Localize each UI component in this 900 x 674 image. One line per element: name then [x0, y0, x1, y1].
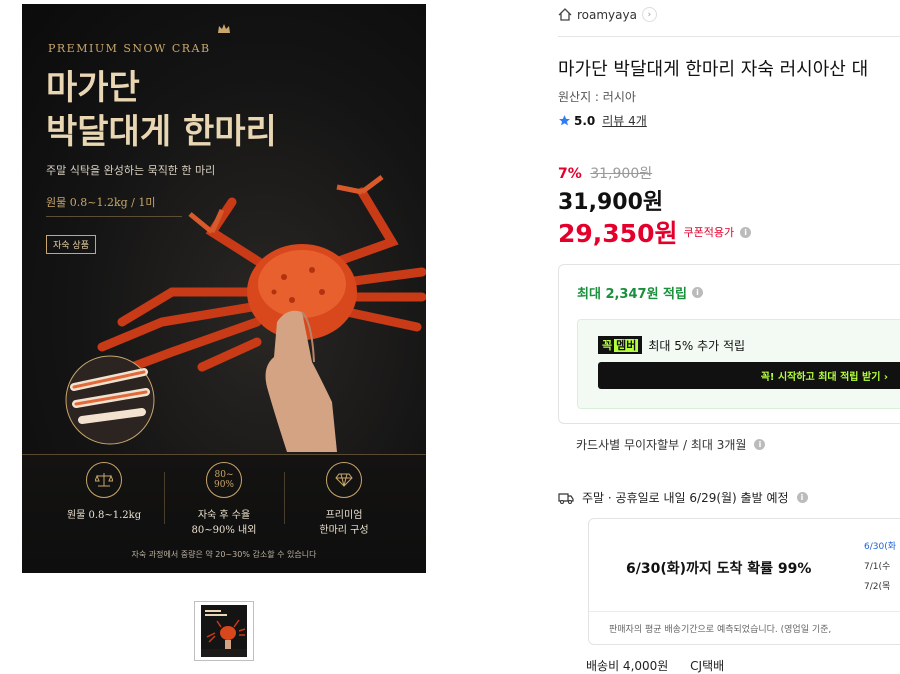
shipping-notice: 주말 · 공휴일로 내일 6/29(월) 출발 예정 i [558, 489, 808, 506]
poster-title-line2: 박달대게 한마리 [46, 112, 277, 152]
delivery-date-2: 7/1(수 [864, 562, 891, 572]
scale-icon [86, 462, 122, 498]
star-icon [559, 115, 570, 126]
poster-footnote: 자숙 과정에서 중량은 약 20~30% 감소할 수 있습니다 [131, 550, 317, 559]
delivery-dates: 6/30(화 7/1(수 7/2(목 [864, 537, 896, 597]
store-name[interactable]: roamyaya [577, 8, 637, 22]
product-rating: 5.0 리뷰 4개 [558, 112, 647, 129]
discount-row: 7% 31,900원 [558, 163, 652, 183]
product-origin: 원산지 : 러시아 [558, 90, 636, 104]
info-icon[interactable]: i [754, 439, 766, 450]
truck-icon [558, 492, 574, 504]
store-link[interactable]: roamyaya › [558, 7, 657, 22]
review-count-link[interactable]: 리뷰 4개 [602, 112, 647, 129]
sale-price: 31,900원 [558, 190, 664, 215]
info-icon[interactable]: i [740, 226, 752, 238]
delivery-note: 판매자의 평균 배송기간으로 예측되었습니다. (영업일 기준, [609, 625, 832, 635]
diamond-icon [326, 462, 362, 498]
coupon-label: 쿠폰적용가 [683, 226, 735, 239]
delivery-date-3: 7/2(목 [864, 582, 891, 592]
feature-premium: 프리미엄 한마리 구성 [284, 462, 404, 538]
rating-score: 5.0 [574, 113, 596, 128]
info-icon[interactable]: i [796, 492, 808, 503]
feature-yield-caption1: 자숙 후 수율 [197, 510, 251, 521]
feature-weight: 원물 0.8~1.2kg [44, 462, 164, 523]
poster-title: 마가단 박달대게 한마리 [46, 66, 277, 154]
arrival-probability: 6/30(화)까지 도착 확률 99% [626, 561, 812, 577]
coupon-price-row: 29,350원 쿠폰적용가 i [558, 214, 752, 250]
product-thumbnail[interactable] [194, 601, 254, 661]
coupon-price: 29,350원 [558, 219, 678, 248]
points-row: 최대 2,347원 적립 i [577, 283, 703, 302]
shipping-fee: 배송비 4,000원 CJ택배 [586, 657, 724, 674]
membership-start-button[interactable]: 꼭! 시작하고 최대 적립 받기 › [598, 362, 900, 389]
percent-ring: 80~ 90% [206, 462, 242, 498]
shipping-notice-text: 주말 · 공휴일로 내일 6/29(월) 출발 예정 [582, 491, 789, 505]
feature-yield-caption2: 80~90% 내외 [191, 525, 257, 536]
crab-illustration [65, 175, 426, 452]
points-text: 최대 2,347원 적립 [577, 287, 687, 302]
feature-premium-caption1: 프리미엄 [325, 510, 363, 521]
discount-percent: 7% [558, 166, 582, 182]
shipping-fee-text: 배송비 4,000원 [586, 659, 669, 673]
chevron-right-icon[interactable]: › [641, 7, 657, 22]
crown-icon [218, 24, 230, 33]
original-price: 31,900원 [590, 166, 653, 182]
feature-weight-caption: 원물 0.8~1.2kg [66, 510, 142, 521]
feature-premium-caption2: 한마리 구성 [319, 525, 369, 536]
home-icon [558, 8, 572, 21]
info-icon[interactable]: i [691, 287, 703, 298]
product-main-image[interactable]: PREMIUM SNOW CRAB 마가단 박달대게 한마리 주말 식탁을 완성… [22, 4, 426, 573]
feature-yield: 80~ 90% 자숙 후 수율 80~90% 내외 [164, 462, 284, 538]
delivery-estimate-box: 6/30(화)까지 도착 확률 99% 6/30(화 7/1(수 7/2(목 판… [588, 518, 900, 645]
poster-badge: PREMIUM SNOW CRAB [48, 42, 211, 55]
membership-panel: 꼭 멤버 최대 5% 추가 적립 꼭! 시작하고 최대 적립 받기 › [577, 319, 900, 409]
membership-logo: 꼭 멤버 [598, 336, 643, 354]
delivery-date-1: 6/30(화 [864, 542, 897, 552]
card-installment: 카드사별 무이자할부 / 최대 3개월 i [576, 436, 766, 453]
product-title: 마가단 박달대게 한마리 자숙 러시아산 대 [558, 59, 869, 80]
membership-text: 최대 5% 추가 적립 [648, 338, 746, 353]
card-installment-text: 카드사별 무이자할부 / 최대 3개월 [576, 438, 747, 452]
poster-title-line1: 마가단 [46, 68, 140, 108]
courier-name: CJ택배 [690, 659, 725, 673]
